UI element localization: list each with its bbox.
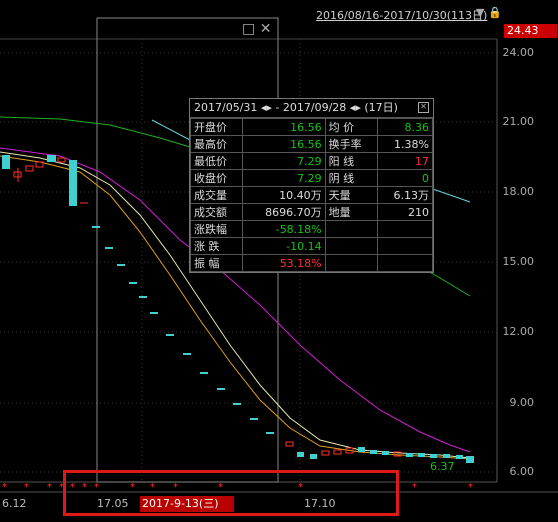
stats-cell: 6.13万 (376, 186, 434, 204)
stats-row: 最高价 16.56 换手率 1.38% (189, 135, 434, 153)
x-tick: 6.12 (2, 497, 27, 510)
stats-cell: 涨 跌 (189, 237, 244, 255)
stats-cell: 成交量 (189, 186, 244, 204)
popup-close-icon[interactable]: ✕ (418, 102, 429, 113)
y-tick: 21.00 (502, 115, 535, 128)
stats-row: 振 幅 53.18% (189, 254, 434, 272)
stats-cell: 振 幅 (189, 254, 244, 272)
stats-cell (324, 237, 378, 255)
svg-text:*: * (2, 482, 7, 493)
stats-cell: 地量 (324, 203, 378, 221)
stats-row: 涨 跌 -10.14 (189, 237, 434, 255)
restore-icon[interactable]: □ (242, 21, 255, 37)
stats-cell (376, 220, 434, 238)
stats-cell: 17 (376, 152, 434, 170)
popup-range[interactable]: 2017/05/31 ◂▸ - 2017/09/28 ◂▸ (17日) (194, 101, 398, 114)
svg-text:*: * (468, 482, 473, 493)
stats-cell (376, 254, 434, 272)
y-tick: 12.00 (502, 325, 535, 338)
stats-cell: 阴 线 (324, 169, 378, 187)
y-tick: 9.00 (509, 396, 535, 409)
stats-row: 最低价 7.29 阳 线 17 (189, 152, 434, 170)
stats-row: 开盘价 16.56 均 价 8.36 (189, 118, 434, 136)
range-stats-popup: 2017/05/31 ◂▸ - 2017/09/28 ◂▸ (17日) ✕ 开盘… (189, 98, 434, 273)
current-price-badge: 24.43 (504, 24, 557, 38)
stats-cell: 涨跌幅 (189, 220, 244, 238)
stats-cell: -58.18% (242, 220, 326, 238)
stats-cell: 阳 线 (324, 152, 378, 170)
stats-cell (324, 254, 378, 272)
stats-cell: 最低价 (189, 152, 244, 170)
stats-cell (324, 220, 378, 238)
highlight-box (63, 470, 399, 516)
stats-row: 成交额 8696.70万 地量 210 (189, 203, 434, 221)
stats-cell (376, 237, 434, 255)
y-tick: 6.00 (509, 465, 535, 478)
stats-cell: 均 价 (324, 118, 378, 136)
svg-text:*: * (24, 482, 29, 493)
svg-text:*: * (412, 482, 417, 493)
y-tick: 18.00 (502, 185, 535, 198)
stats-cell: 8.36 (376, 118, 434, 136)
stats-cell: 天量 (324, 186, 378, 204)
stats-cell: 收盘价 (189, 169, 244, 187)
stats-cell: 开盘价 (189, 118, 244, 136)
stats-row: 收盘价 7.29 阴 线0 (189, 169, 434, 187)
stats-cell: 16.56 (242, 135, 326, 153)
window-controls[interactable]: □ ✕ (242, 21, 271, 37)
stats-row: 成交量 10.40万 天量 6.13万 (189, 186, 434, 204)
stats-cell: 0 (376, 169, 434, 187)
stats-cell: 53.18% (242, 254, 326, 272)
stats-cell: 最高价 (189, 135, 244, 153)
stats-row: 涨跌幅 -58.18% (189, 220, 434, 238)
stats-cell: 16.56 (242, 118, 326, 136)
stats-cell: 1.38% (376, 135, 434, 153)
date-range[interactable]: 2016/08/16-2017/10/30(113日) (316, 7, 487, 23)
y-tick: 15.00 (502, 255, 535, 268)
header-icons[interactable]: ▼ 🔒 (476, 6, 502, 19)
low-price-label: 6.37 (430, 460, 455, 473)
stats-cell: 10.40万 (242, 186, 326, 204)
dropdown-icon[interactable]: ▼ (476, 6, 484, 19)
stats-cell: 换手率 (324, 135, 378, 153)
stats-cell: -10.14 (242, 237, 326, 255)
stats-cell: 7.29 (242, 169, 326, 187)
stats-cell: 210 (376, 203, 434, 221)
stats-cell: 8696.70万 (242, 203, 326, 221)
y-tick: 24.00 (502, 46, 535, 59)
svg-text:*: * (47, 482, 52, 493)
lock-icon[interactable]: 🔒 (488, 6, 502, 19)
stats-table: 开盘价 16.56 均 价 8.36 最高价 16.56 换手率 1.38% 最低价 7.29 阳 … (189, 118, 434, 272)
close-icon[interactable]: ✕ (260, 21, 272, 37)
stats-cell: 7.29 (242, 152, 326, 170)
stats-cell: 成交额 (189, 203, 244, 221)
